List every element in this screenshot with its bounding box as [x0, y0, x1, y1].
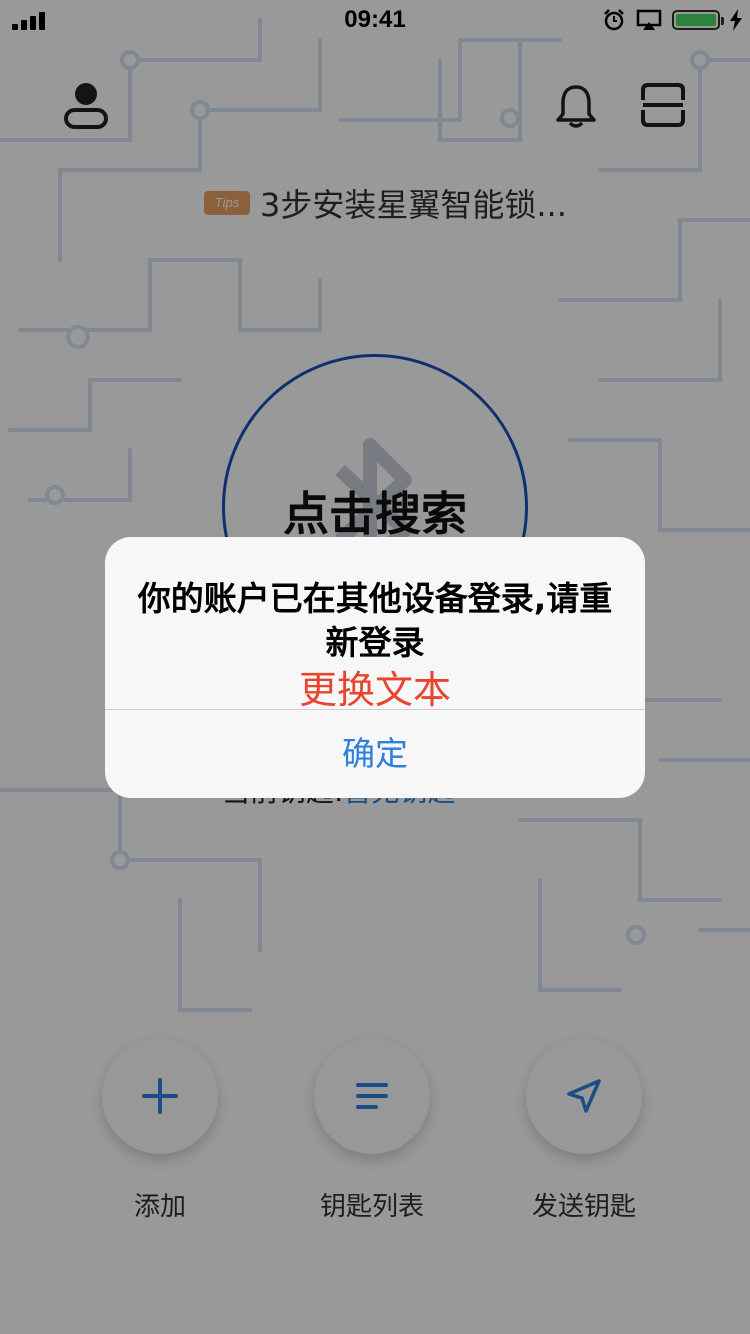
alert-dialog: 你的账户已在其他设备登录,请重新登录 更换文本 确定 [105, 537, 645, 798]
confirm-button[interactable]: 确定 [105, 710, 645, 798]
alert-message: 你的账户已在其他设备登录,请重新登录 [137, 579, 613, 662]
alert-sub-text: 更换文本 [298, 668, 451, 712]
